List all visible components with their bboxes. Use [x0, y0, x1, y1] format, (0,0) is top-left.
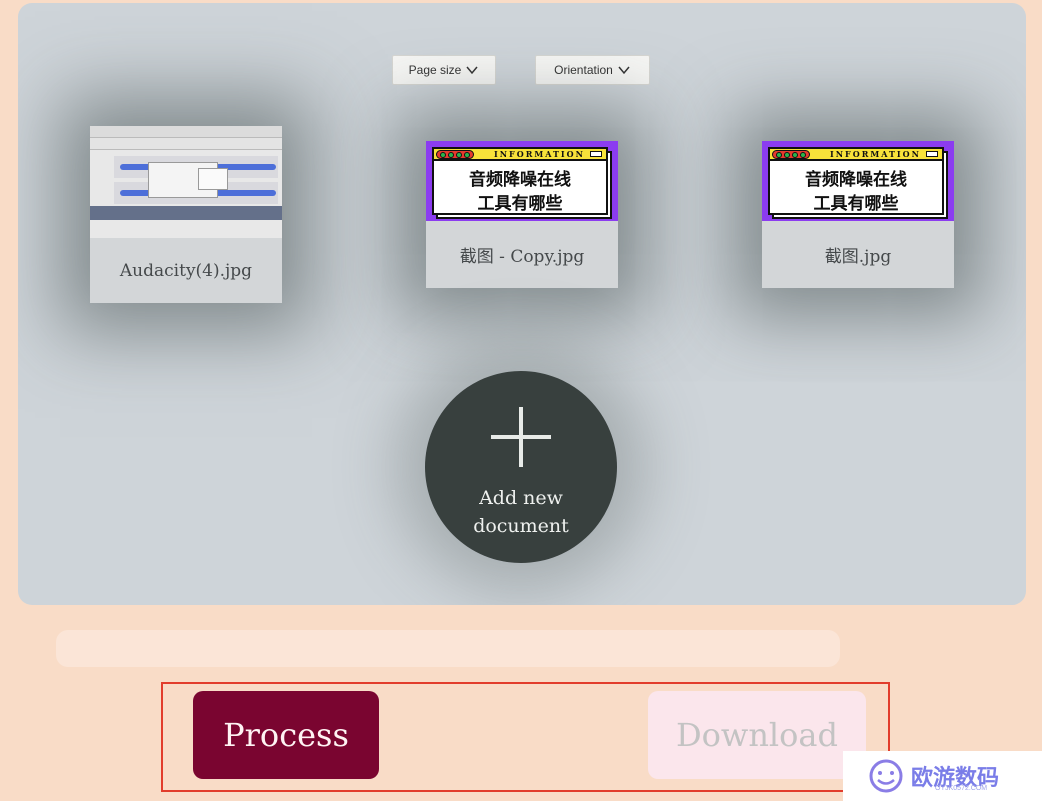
document-thumbnail: INFORMATION 音频降噪在线 工具有哪些 [762, 141, 954, 221]
add-document-label: Add new document [473, 487, 569, 537]
document-workspace: Page size Orientation Audacity(4).jpg IN… [18, 3, 1026, 605]
card-line-2: 工具有哪些 [477, 194, 563, 214]
page-size-dropdown[interactable]: Page size [392, 55, 496, 85]
card-line-2: 工具有哪些 [813, 194, 899, 214]
watermark-logo: 欧游数码 OYJK0572.COM [843, 751, 1042, 801]
document-thumbnail: INFORMATION 音频降噪在线 工具有哪些 [426, 141, 618, 221]
plus-icon [491, 407, 551, 467]
download-button[interactable]: Download [648, 691, 866, 779]
orientation-dropdown[interactable]: Orientation [535, 55, 650, 85]
card-line-1: 音频降噪在线 [805, 170, 907, 190]
document-filename: 截图.jpg [824, 247, 892, 267]
page-size-label: Page size [408, 63, 462, 77]
smiley-logo-icon [869, 759, 903, 793]
document-card[interactable]: INFORMATION 音频降噪在线 工具有哪些 截图 - Copy.jpg [426, 141, 618, 288]
document-filename: 截图 - Copy.jpg [459, 247, 585, 267]
document-thumbnail [90, 126, 282, 238]
card-line-1: 音频降噪在线 [469, 170, 571, 190]
document-card[interactable]: Audacity(4).jpg [90, 126, 282, 303]
add-document-button[interactable]: Add new document [425, 371, 617, 563]
watermark-subtext: OYJK0572.COM [935, 785, 988, 792]
orientation-label: Orientation [554, 63, 613, 77]
chevron-down-icon [466, 66, 478, 75]
progress-bar [56, 630, 840, 667]
chevron-down-icon [618, 66, 630, 75]
document-card[interactable]: INFORMATION 音频降噪在线 工具有哪些 截图.jpg [762, 141, 954, 288]
card-header-text: INFORMATION [830, 149, 921, 159]
process-button[interactable]: Process [193, 691, 379, 779]
document-filename: Audacity(4).jpg [119, 260, 253, 281]
card-header-text: INFORMATION [494, 149, 585, 159]
